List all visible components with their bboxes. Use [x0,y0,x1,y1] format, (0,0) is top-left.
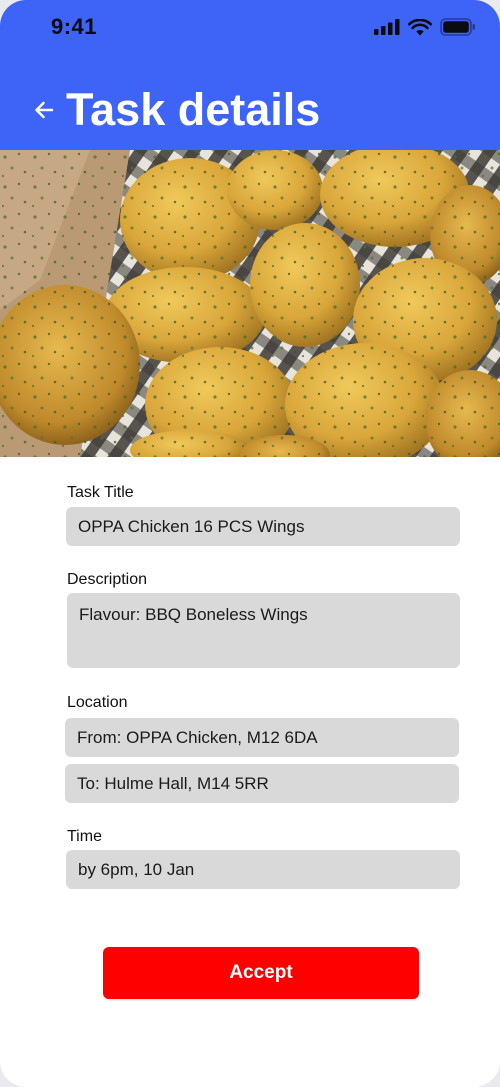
time-label: Time [67,828,102,845]
location-to-field[interactable]: To: Hulme Hall, M14 5RR [65,764,459,803]
accept-button[interactable]: Accept [103,947,419,999]
hero-image [0,150,500,457]
task-title-label: Task Title [67,484,134,501]
arrow-left-icon [35,101,54,119]
status-time: 9:41 [51,14,98,39]
food-photo [0,150,500,457]
phone-screen: 9:41 Task details Task Title OPPA Chicke… [0,0,500,1087]
page-title: Task details [66,84,321,135]
app-header: 9:41 Task details [0,0,500,150]
location-label: Location [67,694,128,711]
time-field[interactable]: by 6pm, 10 Jan [66,850,460,889]
battery-icon [440,18,475,36]
signal-icon [374,19,400,35]
description-field[interactable]: Flavour: BBQ Boneless Wings [67,593,460,668]
back-button[interactable] [30,96,58,124]
status-icons [374,18,476,36]
description-label: Description [67,571,148,588]
location-from-field[interactable]: From: OPPA Chicken, M12 6DA [65,718,459,757]
task-title-field[interactable]: OPPA Chicken 16 PCS Wings [66,507,460,546]
wifi-icon [408,18,432,35]
